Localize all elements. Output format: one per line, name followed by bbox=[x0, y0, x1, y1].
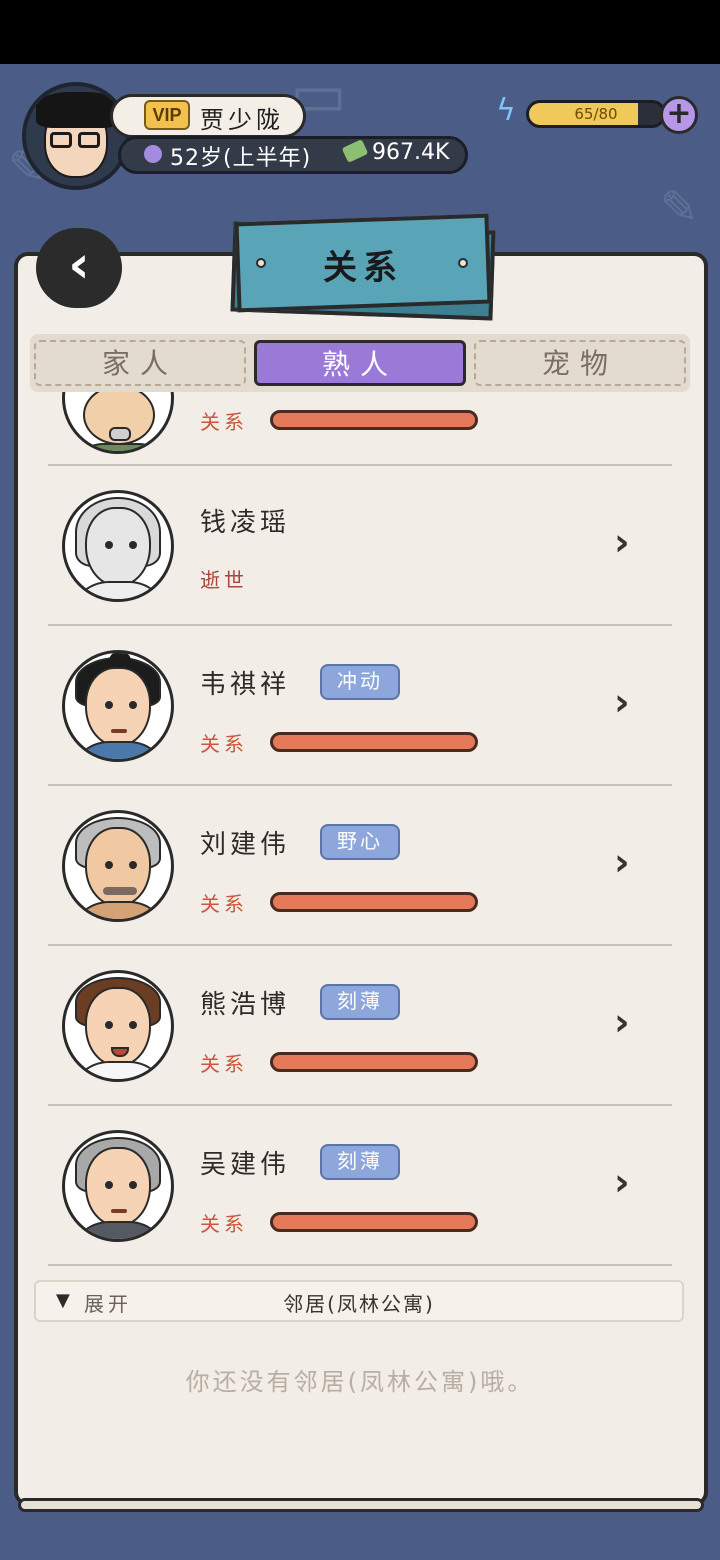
vip-badge[interactable]: VIP bbox=[144, 100, 190, 130]
relation-bar bbox=[270, 892, 478, 912]
chevron-right-icon: › bbox=[614, 1000, 630, 1044]
relation-label: 关系 bbox=[200, 410, 248, 434]
tab-bar: 家人 熟人 宠物 bbox=[30, 334, 690, 392]
contact-avatar bbox=[62, 392, 174, 454]
tab-acquaintances[interactable]: 熟人 bbox=[254, 340, 466, 386]
page-title: 关系 bbox=[323, 248, 403, 288]
chevron-right-icon: › bbox=[614, 840, 630, 884]
lightning-icon: ϟ bbox=[496, 93, 516, 128]
relation-bar bbox=[270, 732, 478, 752]
contact-row[interactable]: 韦祺祥 冲动 关系 › bbox=[48, 626, 672, 786]
trait-badge: 刻薄 bbox=[320, 1144, 400, 1180]
chevron-right-icon: › bbox=[614, 520, 630, 564]
trait-badge: 冲动 bbox=[320, 664, 400, 700]
tab-pets[interactable]: 宠物 bbox=[474, 340, 686, 386]
contact-row[interactable]: 吴建伟 刻薄 关系 › bbox=[48, 1106, 672, 1266]
relation-bar bbox=[270, 1052, 478, 1072]
neighbors-section-title: 邻居(凤林公寓) bbox=[283, 1292, 435, 1316]
deceased-status: 逝世 bbox=[200, 568, 248, 592]
neighbors-expand-bar[interactable]: ▼ 展开 邻居(凤林公寓) bbox=[34, 1280, 684, 1322]
clock-icon bbox=[144, 145, 162, 163]
relation-bar bbox=[270, 1212, 478, 1232]
panel-bottom-edge bbox=[18, 1498, 704, 1512]
contact-row[interactable]: 钱凌瑶 逝世 › bbox=[48, 466, 672, 626]
contact-avatar bbox=[62, 970, 174, 1082]
player-name: 贾少陇 bbox=[200, 106, 284, 134]
contact-name: 刘建伟 bbox=[200, 830, 291, 860]
relation-label: 关系 bbox=[200, 1212, 248, 1236]
contact-avatar bbox=[62, 650, 174, 762]
trait-badge: 刻薄 bbox=[320, 984, 400, 1020]
status-bar bbox=[0, 0, 720, 64]
contact-name: 钱凌瑶 bbox=[200, 508, 291, 538]
player-age: 52岁(上半年) bbox=[170, 146, 312, 171]
contact-row[interactable]: 熊浩博 刻薄 关系 › bbox=[48, 946, 672, 1106]
background-doodle: ✎ bbox=[660, 180, 699, 234]
energy-bar: 65/80 bbox=[526, 100, 666, 128]
contact-row[interactable]: 关系 bbox=[48, 392, 672, 466]
tab-family[interactable]: 家人 bbox=[34, 340, 246, 386]
back-button[interactable]: ‹ bbox=[36, 228, 122, 308]
relation-label: 关系 bbox=[200, 732, 248, 756]
energy-text: 65/80 bbox=[574, 105, 618, 123]
trait-badge: 野心 bbox=[320, 824, 400, 860]
relation-label: 关系 bbox=[200, 1052, 248, 1076]
relation-label: 关系 bbox=[200, 892, 248, 916]
empty-neighbors-message: 你还没有邻居(凤林公寓)哦。 bbox=[185, 1368, 535, 1396]
add-energy-button[interactable]: + bbox=[660, 96, 698, 134]
contact-name: 韦祺祥 bbox=[200, 670, 291, 700]
chevron-right-icon: › bbox=[614, 680, 630, 724]
chevron-right-icon: › bbox=[614, 1160, 630, 1204]
contact-name: 吴建伟 bbox=[200, 1150, 291, 1180]
chevron-left-icon: ‹ bbox=[68, 235, 90, 295]
contact-avatar bbox=[62, 1130, 174, 1242]
contact-avatar bbox=[62, 810, 174, 922]
player-avatar[interactable] bbox=[22, 82, 130, 190]
contact-avatar bbox=[62, 490, 174, 602]
player-money: 967.4K bbox=[372, 140, 450, 165]
relation-bar bbox=[270, 410, 478, 430]
contact-row[interactable]: 刘建伟 野心 关系 › bbox=[48, 786, 672, 946]
contact-name: 熊浩博 bbox=[200, 990, 291, 1020]
